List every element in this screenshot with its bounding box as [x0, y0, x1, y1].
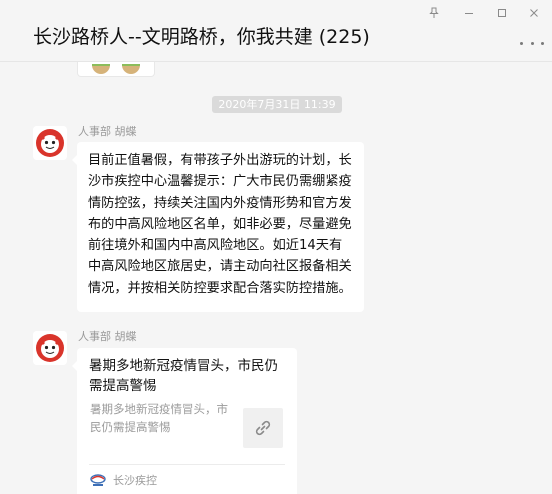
maximize-button[interactable]	[489, 3, 515, 23]
maximize-icon	[498, 9, 506, 17]
link-card[interactable]: 暑期多地新冠疫情冒头，市民仍需提高警惕 暑期多地新冠疫情冒头，市民仍需提高警惕 …	[72, 348, 297, 494]
sender-avatar[interactable]	[33, 331, 67, 365]
avatar-image	[33, 126, 67, 160]
pin-button[interactable]	[421, 3, 447, 23]
sender-name: 人事部 胡蝶	[78, 125, 137, 138]
sender-avatar[interactable]	[33, 126, 67, 160]
title-bar: 长沙路桥人--文明路桥，你我共建 (225)	[0, 0, 552, 62]
chat-title: 长沙路桥人--文明路桥，你我共建 (225)	[33, 26, 370, 48]
card-title: 暑期多地新冠疫情冒头，市民仍需提高警惕	[89, 358, 278, 394]
minimize-icon	[465, 13, 473, 14]
card-source-name: 长沙疾控	[113, 474, 157, 487]
message-timestamp: 2020年7月31日 11:39	[212, 96, 342, 113]
sticker-image	[92, 64, 110, 74]
previous-sticker-message[interactable]	[78, 62, 154, 76]
link-icon	[255, 420, 271, 436]
message-bubble[interactable]: 目前正值暑假，有带孩子外出游玩的计划，长沙市疾控中心温馨提示：广大市民仍需绷紧疫…	[72, 142, 364, 312]
message-text: 目前正值暑假，有带孩子外出游玩的计划，长沙市疾控中心温馨提示：广大市民仍需绷紧疫…	[88, 153, 352, 296]
sender-name: 人事部 胡蝶	[78, 330, 137, 343]
chat-window: 长沙路桥人--文明路桥，你我共建 (225) 2020年7月31日 11:39 …	[0, 0, 552, 494]
sticker-image	[122, 64, 140, 74]
message-list[interactable]: 2020年7月31日 11:39 人事部 胡蝶 目前正值暑假，有带孩子外出游玩的…	[0, 62, 552, 494]
close-button[interactable]	[521, 3, 547, 23]
more-dot-icon	[541, 41, 544, 45]
more-dot-icon	[520, 41, 523, 45]
minimize-button[interactable]	[456, 3, 482, 23]
card-thumbnail	[243, 408, 283, 448]
card-description: 暑期多地新冠疫情冒头，市民仍需提高警惕	[90, 402, 228, 434]
more-options-button[interactable]	[520, 38, 544, 48]
more-dot-icon	[530, 41, 534, 45]
card-footer: 长沙疾控	[89, 469, 157, 491]
close-icon	[530, 9, 538, 17]
card-divider	[89, 464, 285, 465]
avatar-image	[33, 331, 67, 365]
cdc-logo-icon	[90, 474, 106, 486]
pin-icon	[429, 7, 439, 18]
